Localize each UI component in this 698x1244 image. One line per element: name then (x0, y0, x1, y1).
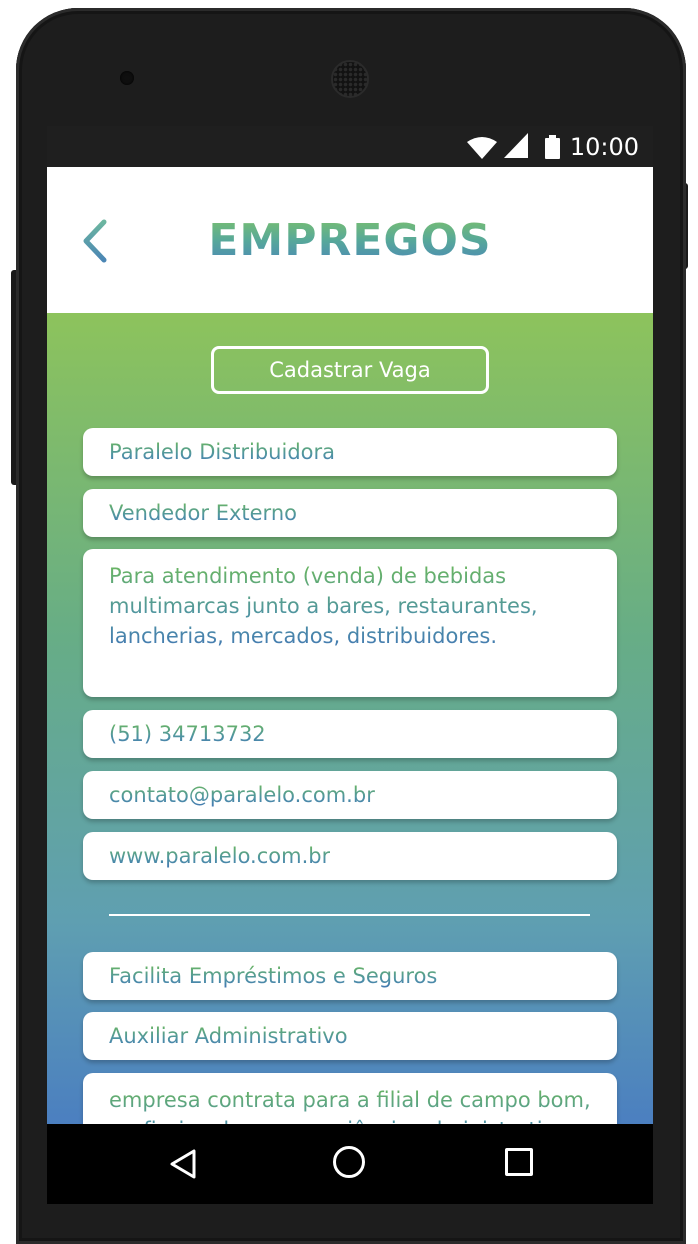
page-title: EMPREGOS (47, 215, 653, 266)
circle-home-icon[interactable] (333, 1146, 365, 1178)
job-website: www.paralelo.com.br (109, 844, 331, 868)
status-time: 10:00 (569, 133, 639, 161)
job-email-field[interactable]: contato@paralelo.com.br (83, 771, 617, 819)
job-description-field[interactable]: empresa contrata para a filial de campo … (83, 1073, 617, 1124)
job-phone-field[interactable]: (51) 34713732 (83, 710, 617, 758)
job-position-field[interactable]: Vendedor Externo (83, 489, 617, 537)
screen: 10:00 EMPREGOS Cadastrar Vaga Paralelo D… (47, 126, 653, 1204)
job-position-field[interactable]: Auxiliar Administrativo (83, 1012, 617, 1060)
job-position: Auxiliar Administrativo (109, 1024, 348, 1048)
job-company-field[interactable]: Paralelo Distribuidora (83, 428, 617, 476)
app-bar: EMPREGOS (47, 167, 653, 313)
battery-icon (545, 135, 560, 159)
front-camera (120, 71, 134, 85)
register-job-button[interactable]: Cadastrar Vaga (211, 346, 489, 394)
job-email: contato@paralelo.com.br (109, 783, 375, 807)
signal-icon (504, 133, 528, 158)
wifi-icon (467, 137, 497, 159)
job-description: Para atendimento (venda) de bebidas mult… (109, 561, 591, 651)
job-description-field[interactable]: Para atendimento (venda) de bebidas mult… (83, 549, 617, 697)
status-bar: 10:00 (47, 126, 653, 167)
job-website-field[interactable]: www.paralelo.com.br (83, 832, 617, 880)
job-description: empresa contrata para a filial de campo … (109, 1085, 591, 1124)
earpiece-speaker (331, 60, 369, 98)
job-phone: (51) 34713732 (109, 722, 266, 746)
square-recents-icon[interactable] (505, 1148, 533, 1176)
triangle-back-icon[interactable] (168, 1148, 198, 1180)
jobs-list[interactable]: Cadastrar Vaga Paralelo Distribuidora Ve… (47, 313, 653, 1124)
job-company: Facilita Empréstimos e Seguros (109, 964, 438, 988)
navigation-bar (47, 1124, 653, 1204)
job-divider (109, 914, 590, 916)
job-company-field[interactable]: Facilita Empréstimos e Seguros (83, 952, 617, 1000)
job-company: Paralelo Distribuidora (109, 440, 336, 464)
job-position: Vendedor Externo (109, 501, 297, 525)
